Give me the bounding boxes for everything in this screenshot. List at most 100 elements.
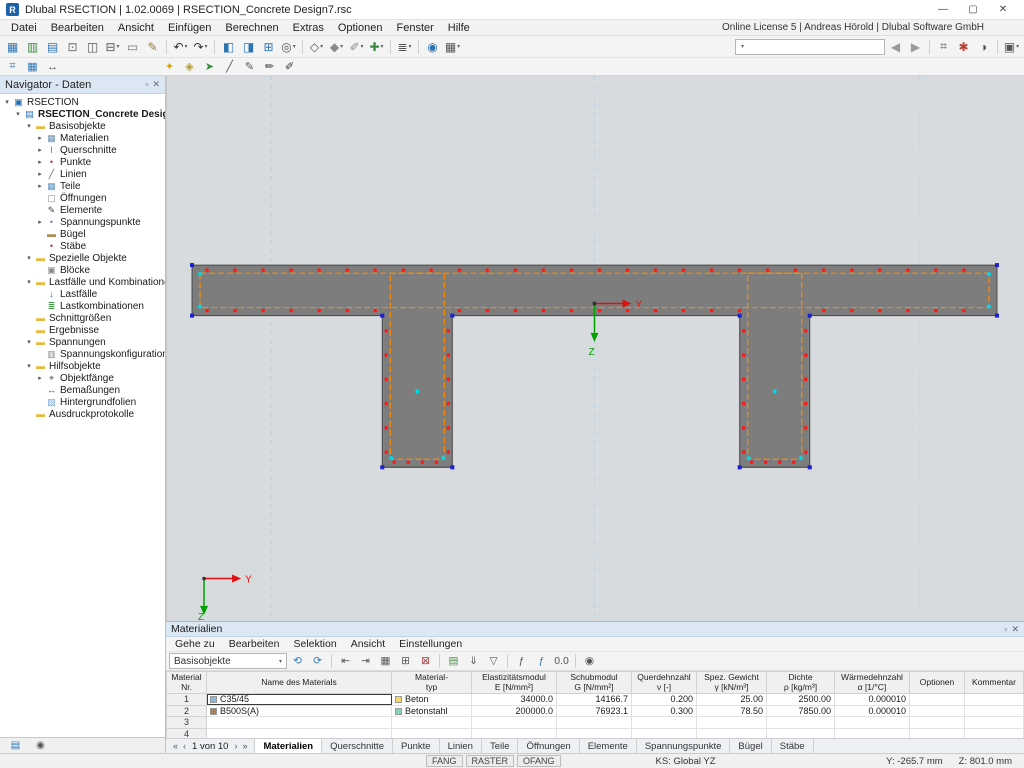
value-cell[interactable]: 0.300: [632, 705, 697, 717]
tab-spannungspunkte[interactable]: Spannungspunkte: [637, 739, 731, 753]
tab-querschnitte[interactable]: Querschnitte: [322, 739, 393, 753]
grid-toggle-icon[interactable]: ▦: [23, 58, 42, 75]
isometric-view-icon[interactable]: ◇▾: [307, 38, 326, 55]
formula-edit-icon[interactable]: ƒ: [532, 654, 551, 669]
line-draw-icon[interactable]: ╱: [220, 58, 239, 75]
value-cell[interactable]: [557, 728, 632, 738]
material-type-cell[interactable]: Betonstahl: [392, 705, 472, 717]
menu-optionen[interactable]: Optionen: [331, 22, 390, 34]
pager-next-icon[interactable]: ›: [233, 741, 238, 751]
value-cell[interactable]: [697, 717, 767, 729]
expander-icon[interactable]: ▾: [24, 338, 34, 346]
value-cell[interactable]: 200000.0: [472, 705, 557, 717]
tree-item-hintergrundfolien[interactable]: ▨Hintergrundfolien: [0, 396, 165, 408]
close-icon[interactable]: ✕: [152, 79, 160, 90]
value-cell[interactable]: 0.200: [632, 694, 697, 706]
value-cell[interactable]: 14166.7: [557, 694, 632, 706]
value-cell[interactable]: [632, 717, 697, 729]
panel-menu-bearbeiten[interactable]: Bearbeiten: [222, 638, 287, 650]
clipping-icon[interactable]: ✱: [954, 38, 973, 55]
expander-icon[interactable]: ▸: [35, 182, 45, 190]
minimize-button[interactable]: —: [928, 1, 958, 19]
expander-icon[interactable]: ▾: [24, 254, 34, 262]
delete-row-icon[interactable]: ⊠: [416, 654, 435, 669]
copy-icon[interactable]: ⊡: [63, 38, 82, 55]
expander-icon[interactable]: ▾: [24, 362, 34, 370]
material-type-cell[interactable]: Beton: [392, 694, 472, 706]
options-cell[interactable]: [910, 694, 965, 706]
value-cell[interactable]: [767, 728, 835, 738]
menu-datei[interactable]: Datei: [4, 22, 44, 34]
panel-menu-selektion[interactable]: Selektion: [287, 638, 344, 650]
value-cell[interactable]: 0.000010: [835, 694, 910, 706]
tree-item-spezielle-objekte[interactable]: ▾▬Spezielle Objekte: [0, 252, 165, 264]
row-number[interactable]: 2: [167, 705, 207, 717]
close-icon[interactable]: ✕: [1011, 624, 1019, 635]
filter-rows-icon[interactable]: ▽: [484, 654, 503, 669]
tree-item-materialien[interactable]: ▸▦Materialien: [0, 132, 165, 144]
dimension-toggle-icon[interactable]: ↔: [43, 58, 62, 75]
material-name-cell[interactable]: [207, 717, 392, 729]
tab-st-be[interactable]: Stäbe: [772, 739, 814, 753]
tree-item-querschnitte[interactable]: ▸IQuerschnitte: [0, 144, 165, 156]
table-group-select[interactable]: Basisobjekte▾: [169, 653, 287, 669]
window-new-icon[interactable]: ◨: [239, 38, 258, 55]
close-button[interactable]: ✕: [988, 1, 1018, 19]
comment-cell[interactable]: [965, 717, 1024, 729]
tree-item-elemente[interactable]: ✎Elemente: [0, 204, 165, 216]
export-excel-icon[interactable]: ▤: [444, 654, 463, 669]
table-views-icon[interactable]: ▦▾: [443, 38, 462, 55]
tree-item-st-be[interactable]: •Stäbe: [0, 240, 165, 252]
col-end-icon[interactable]: ⇥: [356, 654, 375, 669]
tab-teile[interactable]: Teile: [482, 739, 519, 753]
view-modes-icon[interactable]: ◎▾: [279, 38, 298, 55]
tree-item-teile[interactable]: ▸▦Teile: [0, 180, 165, 192]
menu-berechnen[interactable]: Berechnen: [218, 22, 285, 34]
tab-materialien[interactable]: Materialien: [255, 739, 322, 753]
value-cell[interactable]: 25.00: [697, 694, 767, 706]
render-mode-icon[interactable]: ◆▾: [327, 38, 346, 55]
menu-ansicht[interactable]: Ansicht: [111, 22, 161, 34]
value-cell[interactable]: [835, 728, 910, 738]
panels-icon[interactable]: ▣▾: [1002, 38, 1021, 55]
snap-grid-icon[interactable]: ⌗: [934, 38, 953, 55]
expander-icon[interactable]: ▸: [35, 134, 45, 142]
row-number[interactable]: 3: [167, 717, 207, 729]
expander-icon[interactable]: ▾: [2, 98, 12, 106]
col-start-icon[interactable]: ⇤: [336, 654, 355, 669]
print-icon[interactable]: ⊟▾: [103, 38, 122, 55]
navigator-views-tab-icon[interactable]: ◉: [31, 739, 50, 753]
history-forward-icon[interactable]: ▶: [906, 38, 925, 55]
pen-medium-icon[interactable]: ✏: [260, 58, 279, 75]
tree-item-linien[interactable]: ▸╱Linien: [0, 168, 165, 180]
tree-item-objektf-nge[interactable]: ▸⌖Objektfänge: [0, 372, 165, 384]
tables-icon[interactable]: ▦: [3, 38, 22, 55]
quick-search-select[interactable]: ▾: [735, 39, 885, 55]
value-cell[interactable]: 2500.00: [767, 694, 835, 706]
value-cell[interactable]: 7850.00: [767, 705, 835, 717]
tree-item-ffnungen[interactable]: ▢Öffnungen: [0, 192, 165, 204]
value-cell[interactable]: [472, 728, 557, 738]
visibility-icon[interactable]: ≣▾: [395, 38, 414, 55]
notes-icon[interactable]: ✎: [143, 38, 162, 55]
pager-prev-icon[interactable]: ‹: [182, 741, 187, 751]
printout-report-icon[interactable]: ▭: [123, 38, 142, 55]
pager-last-icon[interactable]: »: [241, 741, 248, 751]
status-toggle-ofang[interactable]: OFANG: [517, 755, 561, 767]
expander-icon[interactable]: ▸: [35, 374, 45, 382]
tree-item-lastf-lle-und-kombinationen[interactable]: ▾▬Lastfälle und Kombinationen: [0, 276, 165, 288]
value-cell[interactable]: [632, 728, 697, 738]
stress-points-toggle-icon[interactable]: ⌗: [3, 58, 22, 75]
display-properties-icon[interactable]: ✐▾: [347, 38, 366, 55]
expander-icon[interactable]: ▸: [35, 146, 45, 154]
value-cell[interactable]: [767, 717, 835, 729]
tree-item-lastkombinationen[interactable]: ≣Lastkombinationen: [0, 300, 165, 312]
table-grid-icon[interactable]: ▦: [376, 654, 395, 669]
tree-item-b-gel[interactable]: ▬Bügel: [0, 228, 165, 240]
value-cell[interactable]: 0.000010: [835, 705, 910, 717]
expander-icon[interactable]: ▸: [35, 170, 45, 178]
options-cell[interactable]: [910, 717, 965, 729]
tree-item-ergebnisse[interactable]: ▬Ergebnisse: [0, 324, 165, 336]
expander-icon[interactable]: ▾: [24, 278, 34, 286]
measure-icon[interactable]: ◑: [974, 38, 993, 55]
